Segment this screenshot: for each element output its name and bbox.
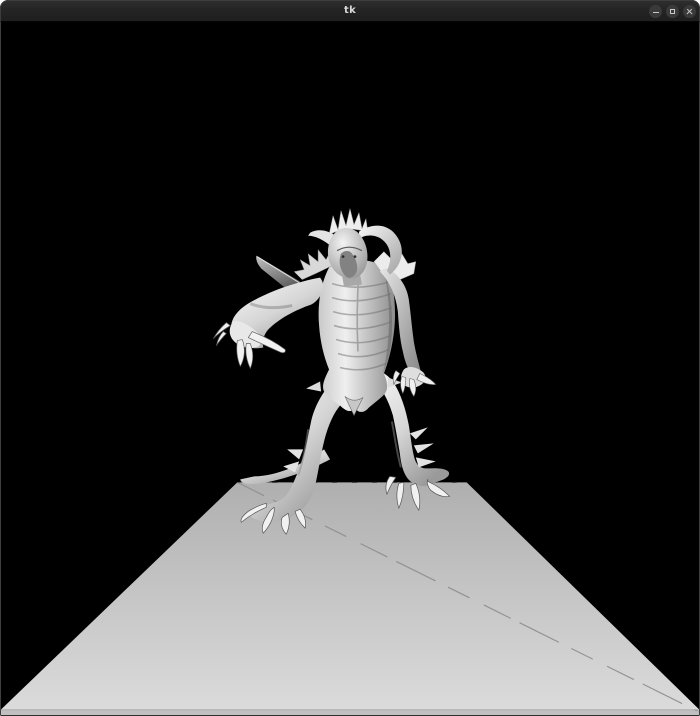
close-button[interactable] [683, 5, 696, 18]
minimize-button[interactable] [649, 5, 662, 18]
maximize-button[interactable] [666, 5, 679, 18]
right-eye [353, 255, 357, 259]
3d-viewport[interactable] [0, 22, 700, 716]
scene-canvas [1, 22, 699, 715]
minimize-icon [652, 11, 659, 13]
maximize-icon [670, 9, 675, 14]
titlebar[interactable]: tk [0, 0, 700, 22]
left-eye [341, 255, 345, 259]
window-title: tk [343, 5, 357, 16]
tk-window: tk [0, 0, 700, 716]
window-controls [649, 5, 696, 18]
